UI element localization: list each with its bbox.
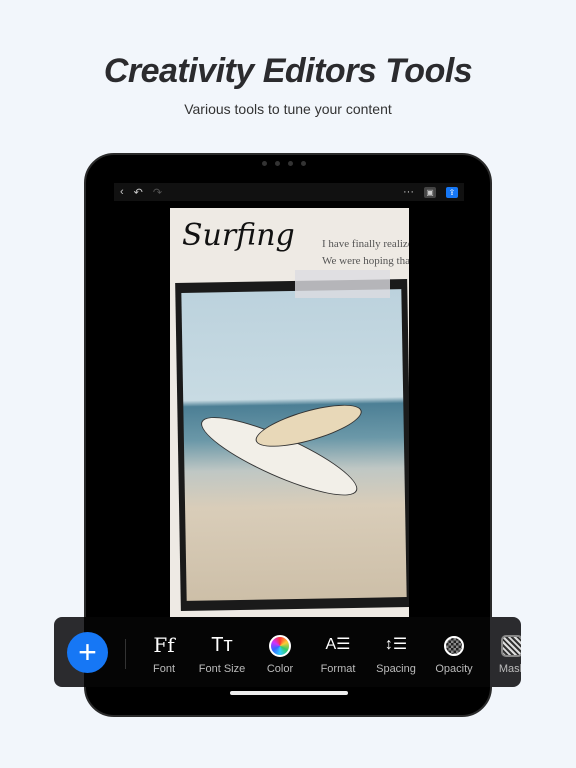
spacing-icon: ↕☰ bbox=[384, 636, 408, 653]
save-icon[interactable]: ▣ bbox=[424, 186, 436, 198]
tool-opacity[interactable]: Opacity bbox=[424, 631, 484, 675]
design-canvas[interactable]: Surfing I have finally realized We were … bbox=[170, 208, 409, 618]
tool-bar: + Ff Font Tт Font Size Color A☰ Format ↕☰ Sp… bbox=[54, 617, 521, 687]
mask-icon bbox=[501, 634, 521, 657]
tool-color[interactable]: Color bbox=[250, 631, 310, 675]
opacity-icon bbox=[444, 635, 464, 656]
page-subtitle: Various tools to tune your content bbox=[184, 101, 392, 117]
canvas-heading[interactable]: Surfing bbox=[182, 218, 295, 253]
chevron-left-icon[interactable]: ‹ bbox=[120, 186, 124, 198]
font-size-icon: Tт bbox=[211, 634, 233, 656]
tool-format[interactable]: A☰ Format bbox=[308, 631, 368, 675]
tool-spacing[interactable]: ↕☰ Spacing bbox=[366, 631, 426, 675]
font-icon: Ff bbox=[153, 633, 175, 657]
more-button[interactable]: ··· bbox=[403, 186, 414, 198]
format-icon: A☰ bbox=[325, 636, 351, 653]
tape-decoration bbox=[295, 270, 390, 298]
editor-topbar: ‹ ↶ ↷ ··· ▣ ⇪ bbox=[114, 183, 464, 201]
share-icon[interactable]: ⇪ bbox=[446, 186, 458, 198]
film-frame bbox=[175, 279, 409, 611]
undo-icon[interactable]: ↶ bbox=[134, 186, 143, 199]
color-wheel-icon bbox=[269, 634, 291, 657]
canvas-quote[interactable]: I have finally realized We were hoping t… bbox=[322, 236, 409, 270]
redo-icon[interactable]: ↷ bbox=[153, 186, 162, 199]
camera-dots bbox=[262, 161, 306, 166]
tool-font-size[interactable]: Tт Font Size bbox=[192, 631, 252, 675]
surf-photo[interactable] bbox=[181, 289, 407, 601]
tool-font[interactable]: Ff Font bbox=[134, 631, 194, 675]
divider bbox=[125, 639, 126, 669]
home-indicator bbox=[230, 691, 348, 695]
plus-icon[interactable]: + bbox=[67, 632, 108, 673]
tool-mask[interactable]: Mask bbox=[482, 631, 521, 675]
page-title: Creativity Editors Tools bbox=[103, 52, 473, 90]
